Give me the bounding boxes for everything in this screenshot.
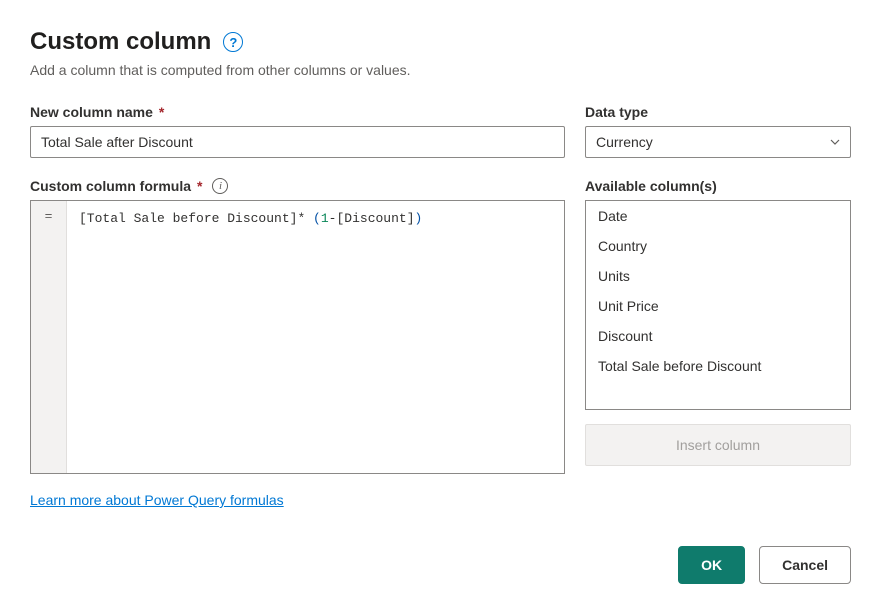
data-type-label: Data type xyxy=(585,104,851,120)
formula-gutter: = xyxy=(31,201,67,473)
cancel-button[interactable]: Cancel xyxy=(759,546,851,584)
list-item[interactable]: Total Sale before Discount xyxy=(586,351,850,381)
formula-editor[interactable]: = [Total Sale before Discount]* (1-[Disc… xyxy=(30,200,565,474)
list-item[interactable]: Date xyxy=(586,201,850,231)
formula-text[interactable]: [Total Sale before Discount]* (1-[Discou… xyxy=(67,201,564,473)
available-columns-label: Available column(s) xyxy=(585,178,851,194)
available-columns-list[interactable]: DateCountryUnitsUnit PriceDiscountTotal … xyxy=(585,200,851,410)
formula-label: Custom column formula* i xyxy=(30,178,565,194)
info-icon[interactable]: i xyxy=(212,178,228,194)
page-title: Custom column xyxy=(30,28,211,56)
learn-more-link[interactable]: Learn more about Power Query formulas xyxy=(30,492,565,508)
list-item[interactable]: Country xyxy=(586,231,850,261)
data-type-select[interactable]: Currency xyxy=(585,126,851,158)
column-name-input[interactable] xyxy=(30,126,565,158)
page-subtitle: Add a column that is computed from other… xyxy=(30,62,851,78)
help-icon[interactable]: ? xyxy=(223,32,243,52)
ok-button[interactable]: OK xyxy=(678,546,745,584)
insert-column-button[interactable]: Insert column xyxy=(585,424,851,466)
list-item[interactable]: Discount xyxy=(586,321,850,351)
list-item[interactable]: Unit Price xyxy=(586,291,850,321)
list-item[interactable]: Units xyxy=(586,261,850,291)
column-name-label: New column name* xyxy=(30,104,565,120)
